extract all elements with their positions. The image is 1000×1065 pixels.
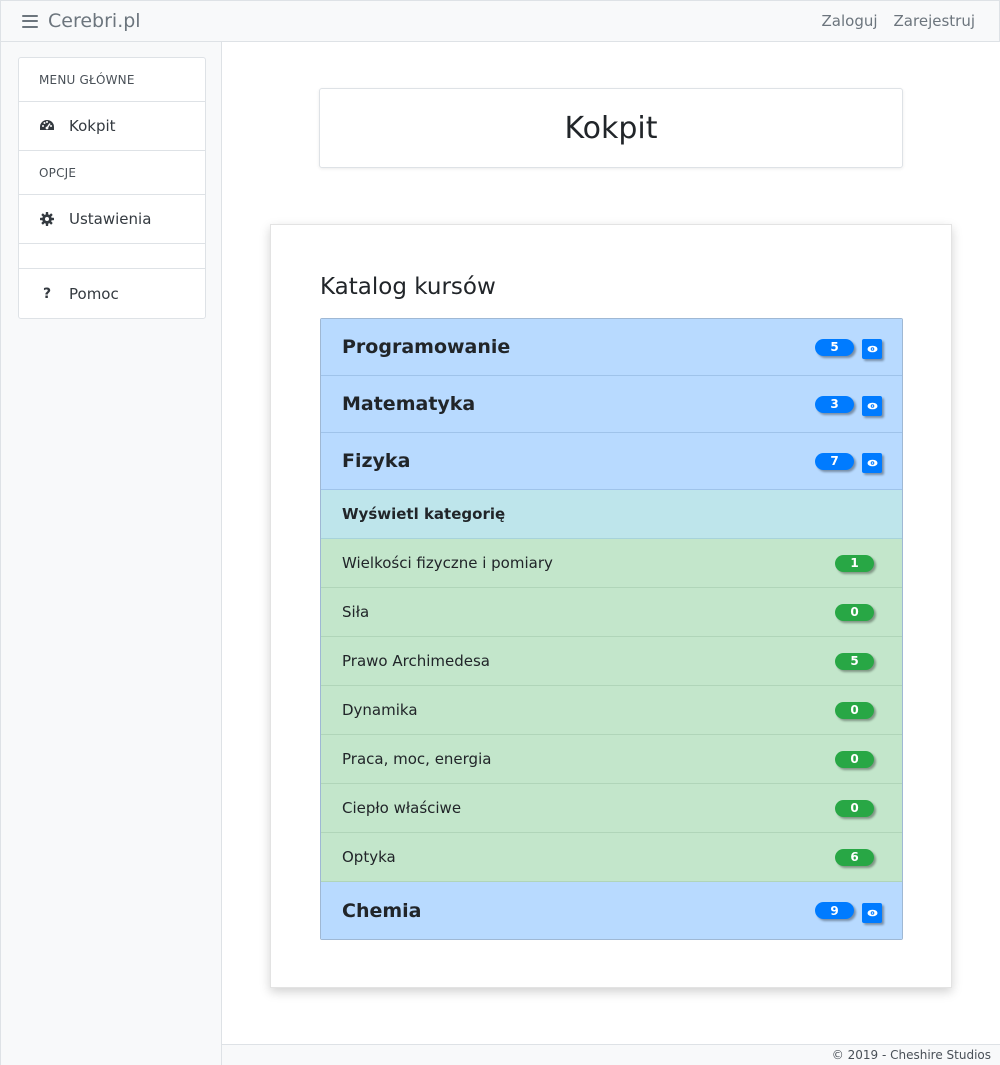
category-name: Fizyka	[342, 450, 411, 472]
subcategory-name: Dynamika	[342, 701, 418, 719]
subcategory-row[interactable]: Optyka 6	[321, 833, 902, 882]
subcategory-name: Praca, moc, energia	[342, 750, 492, 768]
sidebar-item-help[interactable]: ? Pomoc	[19, 269, 205, 318]
category-count-badge: 3	[815, 395, 854, 413]
subcategory-row[interactable]: Siła 0	[321, 588, 902, 637]
page-title-card: Kokpit	[319, 88, 903, 168]
eye-icon	[867, 402, 877, 410]
subcategory-name: Optyka	[342, 848, 396, 866]
login-link[interactable]: Zaloguj	[822, 12, 878, 30]
subcategory-count-badge: 0	[835, 603, 874, 621]
hamburger-menu-icon[interactable]	[22, 14, 38, 28]
sidebar-divider	[19, 244, 205, 269]
subcategory-count-badge: 0	[835, 701, 874, 719]
eye-icon	[867, 459, 877, 467]
category-count-badge: 7	[815, 452, 854, 470]
subcategory-row[interactable]: Prawo Archimedesa 5	[321, 637, 902, 686]
page-title: Kokpit	[564, 110, 658, 146]
category-name: Matematyka	[342, 393, 476, 415]
sidebar-item-settings[interactable]: Ustawienia	[19, 195, 205, 244]
subcategory-row[interactable]: Ciepło właściwe 0	[321, 784, 902, 833]
category-name: Chemia	[342, 899, 422, 922]
footer: © 2019 - Cheshire Studios	[222, 1044, 1000, 1065]
subcategory-name: Ciepło właściwe	[342, 799, 462, 817]
view-category-button[interactable]	[862, 453, 882, 473]
catalog-title: Katalog kursów	[320, 274, 496, 300]
category-row-fizyka[interactable]: Fizyka 7	[321, 433, 902, 490]
subcategory-name: Prawo Archimedesa	[342, 652, 490, 670]
course-catalog-card: Katalog kursów Programowanie 5 Matematyk…	[270, 224, 952, 988]
subcategory-row[interactable]: Praca, moc, energia 0	[321, 735, 902, 784]
sidebar-header-options: OPCJE	[19, 151, 205, 195]
subcategory-name: Wielkości fizyczne i pomiary	[342, 554, 553, 572]
eye-icon	[867, 345, 877, 353]
nav-auth-links: Zaloguj Zarejestruj	[822, 12, 975, 30]
question-mark-icon: ?	[42, 285, 52, 302]
view-category-button[interactable]	[862, 339, 882, 359]
subcategory-row[interactable]: Wielkości fizyczne i pomiary 1	[321, 539, 902, 588]
sidebar-header-main: MENU GŁÓWNE	[19, 58, 205, 102]
subcategory-row[interactable]: Dynamika 0	[321, 686, 902, 735]
gear-icon	[39, 211, 55, 227]
top-navbar: Cerebri.pl Zaloguj Zarejestruj	[0, 0, 1000, 42]
category-name: Programowanie	[342, 336, 511, 358]
catalog-list: Programowanie 5 Matematyka 3 Fizyka 7 Wy…	[320, 318, 903, 940]
brand-logo[interactable]: Cerebri.pl	[48, 10, 141, 32]
eye-icon	[867, 909, 877, 916]
subcategory-count-badge: 6	[835, 848, 874, 866]
view-category-button[interactable]	[862, 902, 882, 923]
sidebar-item-dashboard[interactable]: Kokpit	[19, 102, 205, 151]
sidebar-item-label: Ustawienia	[69, 210, 152, 228]
subcategory-count-badge: 0	[835, 799, 874, 817]
sidebar: MENU GŁÓWNE Kokpit OPCJE Ustawienia ? Po…	[0, 42, 222, 1065]
category-row-programowanie[interactable]: Programowanie 5	[321, 319, 902, 376]
category-row-matematyka[interactable]: Matematyka 3	[321, 376, 902, 433]
view-category-link[interactable]: Wyświetl kategorię	[321, 490, 902, 539]
sidebar-item-label: Pomoc	[69, 284, 119, 303]
subcategory-count-badge: 0	[835, 750, 874, 768]
subcategory-name: Siła	[342, 603, 370, 621]
category-count-badge: 9	[815, 902, 854, 919]
footer-copyright: © 2019 - Cheshire Studios	[831, 1048, 991, 1062]
subcategory-count-badge: 5	[835, 652, 874, 670]
register-link[interactable]: Zarejestruj	[894, 12, 975, 30]
category-row-chemia[interactable]: Chemia 9	[321, 882, 902, 939]
dashboard-gauge-icon	[39, 118, 55, 134]
sidebar-item-label: Kokpit	[69, 117, 116, 135]
subcategory-count-badge: 1	[835, 554, 874, 572]
sidebar-menu: MENU GŁÓWNE Kokpit OPCJE Ustawienia ? Po…	[18, 57, 206, 319]
view-category-button[interactable]	[862, 396, 882, 416]
category-count-badge: 5	[815, 338, 854, 356]
